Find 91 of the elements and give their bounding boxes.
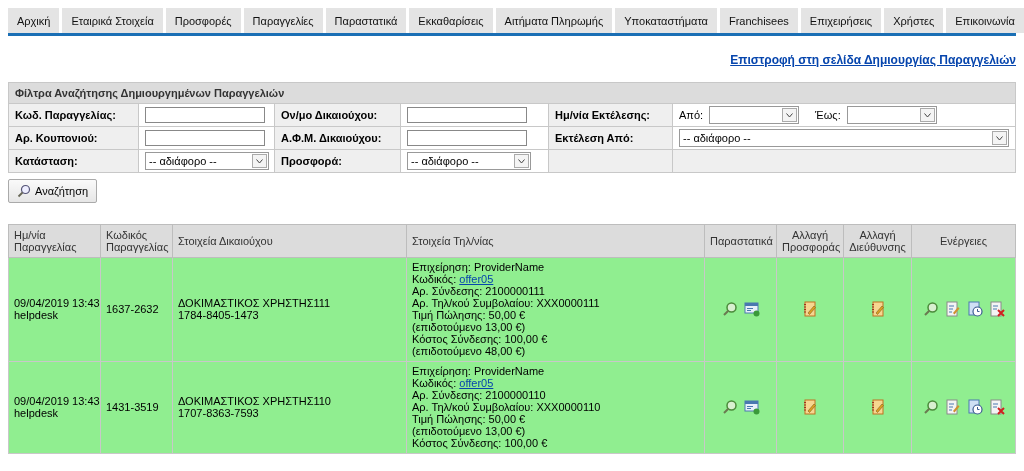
caret-icon	[252, 154, 267, 168]
notepad-pencil-icon[interactable]	[869, 301, 886, 317]
input-field[interactable]	[407, 130, 527, 146]
nav-tab[interactable]: Παραστατικά	[325, 8, 407, 33]
field-label: Προσφορά:	[274, 149, 401, 173]
detail-line: Κωδικός: offer05	[412, 377, 494, 389]
nav-tab[interactable]: Αιτήματα Πληρωμής	[495, 8, 613, 33]
field-label: Ημ/νία Εκτέλεσης:	[548, 103, 673, 127]
panel-title: Φίλτρα Αναζήτησης Δημιουργημένων Παραγγελιών	[8, 82, 1016, 104]
column-header: Στοιχεία Δικαιούχου	[172, 224, 407, 258]
detail-line: (επιδοτούμενο 13,00 €)	[412, 425, 526, 437]
field-label: Α.Φ.Μ. Δικαιούχου:	[274, 126, 401, 150]
caret-icon	[992, 131, 1007, 145]
detail-line: Αρ. Τηλ/κού Συμβολαίου: XXX0000111	[412, 297, 600, 309]
detail-line: Κόστος Σύνδεσης: 100,00 €	[412, 437, 548, 449]
from-label: Από:	[679, 109, 704, 121]
beneficiary-name: ΔΟΚΙΜΑΣΤΙΚΟΣ ΧΡΗΣΤΗΣ111	[178, 297, 331, 309]
dropdown[interactable]: -- αδιάφορο --	[407, 152, 531, 170]
document-edit-icon[interactable]	[944, 301, 961, 317]
to-label: Έως:	[815, 109, 841, 121]
detail-line: Τιμή Πώλησης: 50,00 €	[412, 413, 526, 425]
detail-line: Κόστος Σύνδεσης: 100,00 €	[412, 333, 548, 345]
nav-tab[interactable]: Εταιρικά Στοιχεία	[62, 8, 163, 33]
column-header: Ενέργειες	[911, 224, 1016, 258]
input-field[interactable]	[407, 107, 527, 123]
nav-tab[interactable]: Επικοινωνία	[946, 8, 1024, 33]
invoice-add-icon[interactable]	[743, 301, 760, 317]
column-header: Ημ/νία Παραγγελίας	[8, 224, 101, 258]
beneficiary-id: 1707-8363-7593	[178, 407, 259, 419]
beneficiary-name: ΔΟΚΙΜΑΣΤΙΚΟΣ ΧΡΗΣΤΗΣ110	[178, 395, 331, 407]
offer-link[interactable]: offer05	[459, 377, 494, 389]
nav-tab[interactable]: Χρήστες	[884, 8, 944, 33]
field-label: Κατάσταση:	[8, 149, 139, 173]
nav-tab[interactable]: Υποκαταστήματα	[615, 8, 717, 33]
field-label: Ον/μο Δικαιούχου:	[274, 103, 401, 127]
field-label: Αρ. Κουπονιού:	[8, 126, 139, 150]
search-icon[interactable]	[721, 301, 738, 317]
detail-line: Τιμή Πώλησης: 50,00 €	[412, 309, 526, 321]
detail-line: (επιδοτούμενο 13,00 €)	[412, 321, 526, 333]
caret-icon	[919, 108, 935, 122]
invoice-add-icon[interactable]	[743, 399, 760, 415]
detail-line: Αρ. Τηλ/κού Συμβολαίου: XXX0000110	[412, 401, 601, 413]
search-icon[interactable]	[721, 399, 738, 415]
detail-line: Αρ. Σύνδεσης: 2100000110	[412, 389, 546, 401]
order-code: 1637-2632	[106, 303, 159, 315]
document-edit-icon[interactable]	[944, 399, 961, 415]
input-field[interactable]	[145, 107, 265, 123]
nav-tab[interactable]: Επιχειρήσεις	[800, 8, 882, 33]
search-icon[interactable]	[922, 301, 939, 317]
column-header: Κωδικός Παραγγελίας	[100, 224, 173, 258]
dropdown[interactable]: -- αδιάφορο --	[679, 129, 1009, 147]
field-label: Εκτέλεση Από:	[548, 126, 673, 150]
detail-line: Επιχείρηση: ProviderName	[412, 261, 545, 273]
dropdown[interactable]	[709, 106, 800, 124]
search-icon[interactable]	[922, 399, 939, 415]
column-header: Στοιχεία Τηλ/νίας	[406, 224, 705, 258]
search-button[interactable]: Αναζήτηση	[8, 179, 98, 203]
document-delete-icon[interactable]	[988, 301, 1005, 317]
nav-tab[interactable]: Παραγγελίες	[243, 8, 323, 33]
beneficiary-id: 1784-8405-1473	[178, 309, 259, 321]
field-label: Κωδ. Παραγγελίας:	[8, 103, 139, 127]
notepad-pencil-icon[interactable]	[869, 399, 886, 415]
user-name: helpdesk	[14, 309, 59, 321]
notepad-pencil-icon[interactable]	[802, 399, 818, 415]
order-date: 09/04/2019 13:43	[14, 297, 100, 309]
order-code: 1431-3519	[106, 401, 159, 413]
nav-tab[interactable]: Franchisees	[719, 8, 798, 33]
detail-line: Επιχείρηση: ProviderName	[412, 365, 545, 377]
search-icon	[17, 184, 31, 198]
offer-link[interactable]: offer05	[459, 273, 494, 285]
document-clock-icon[interactable]	[966, 399, 983, 415]
document-clock-icon[interactable]	[966, 301, 983, 317]
detail-line: (επιδοτούμενο 48,00 €)	[412, 345, 526, 357]
caret-icon	[782, 108, 798, 122]
back-link[interactable]: Επιστροφή στη σελίδα Δημιουργίας Παραγγελιών	[730, 53, 1016, 67]
column-header: Αλλαγή Διεύθυνσης	[843, 224, 912, 258]
dropdown[interactable]	[846, 106, 937, 124]
nav-tab[interactable]: Εκκαθαρίσεις	[409, 8, 493, 33]
detail-line: Κωδικός: offer05	[412, 273, 494, 285]
document-delete-icon[interactable]	[988, 399, 1005, 415]
detail-line: Αρ. Σύνδεσης: 2100000111	[412, 285, 545, 297]
notepad-pencil-icon[interactable]	[802, 301, 818, 317]
user-name: helpdesk	[14, 407, 59, 419]
nav-tab[interactable]: Προσφορές	[165, 8, 241, 33]
order-date: 09/04/2019 13:43	[14, 395, 100, 407]
column-header: Παραστατικά	[704, 224, 777, 258]
caret-icon	[514, 154, 529, 168]
nav-tab[interactable]: Αρχική	[8, 8, 60, 33]
input-field[interactable]	[145, 130, 265, 146]
dropdown[interactable]: -- αδιάφορο --	[145, 152, 269, 170]
column-header: Αλλαγή Προσφοράς	[776, 224, 844, 258]
